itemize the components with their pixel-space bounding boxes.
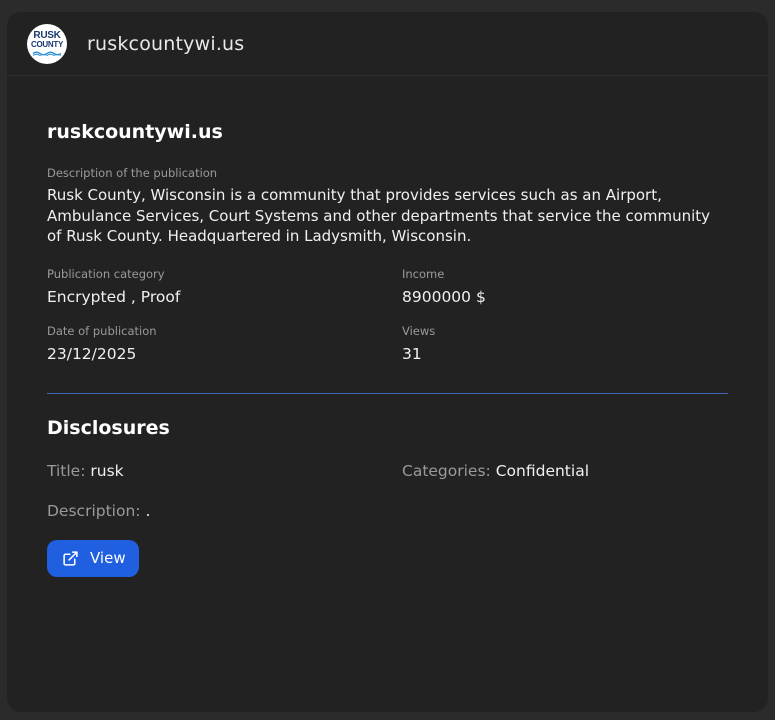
- logo-line-1: RUSK: [33, 30, 61, 41]
- views-value: 31: [402, 344, 422, 363]
- income-value: 8900000 $: [402, 287, 486, 306]
- logo-line-2: COUNTY: [31, 40, 63, 49]
- logo-wave-icon: [33, 51, 61, 56]
- disclosure-title: Title: rusk: [47, 460, 402, 482]
- site-name: ruskcountywi.us: [87, 32, 245, 55]
- disclosure-categories: Categories: Confidential: [402, 460, 732, 482]
- view-button-label: View: [90, 549, 126, 567]
- disclosure-categories-value: Confidential: [495, 461, 589, 480]
- description-label: Description of the publication: [47, 166, 218, 180]
- category-value: Encrypted , Proof: [47, 287, 181, 306]
- views-field: Views 31: [402, 324, 732, 365]
- card-content: ruskcountywi.us Description of the publi…: [7, 120, 768, 577]
- disclosure-title-key: Title:: [47, 461, 86, 480]
- publication-details: Publication category Encrypted , Proof I…: [47, 267, 728, 365]
- publication-card: RUSK COUNTY ruskcountywi.us ruskcountywi…: [7, 12, 768, 712]
- disclosure-description-key: Description:: [47, 501, 141, 520]
- disclosure-details: Title: rusk Categories: Confidential: [47, 460, 728, 482]
- publication-title: ruskcountywi.us: [47, 121, 223, 143]
- disclosure-title-value: rusk: [90, 461, 124, 480]
- rusk-county-logo: RUSK COUNTY: [27, 23, 67, 64]
- date-label: Date of publication: [47, 323, 157, 338]
- disclosure-description-value: .: [145, 501, 151, 520]
- category-field: Publication category Encrypted , Proof: [47, 267, 402, 308]
- disclosure-description: Description: .: [47, 500, 728, 522]
- disclosure-categories-key: Categories:: [402, 461, 491, 480]
- section-divider: [47, 392, 728, 394]
- views-label: Views: [402, 323, 436, 338]
- date-field: Date of publication 23/12/2025: [47, 324, 402, 365]
- description-text: Rusk County, Wisconsin is a community th…: [47, 186, 711, 245]
- disclosures-heading: Disclosures: [47, 416, 170, 439]
- category-label: Publication category: [47, 266, 165, 281]
- card-header: RUSK COUNTY ruskcountywi.us: [7, 12, 768, 76]
- external-link-icon: [63, 550, 78, 566]
- date-value: 23/12/2025: [47, 344, 137, 363]
- income-field: Income 8900000 $: [402, 267, 732, 308]
- view-button[interactable]: View: [47, 539, 139, 577]
- income-label: Income: [402, 266, 445, 281]
